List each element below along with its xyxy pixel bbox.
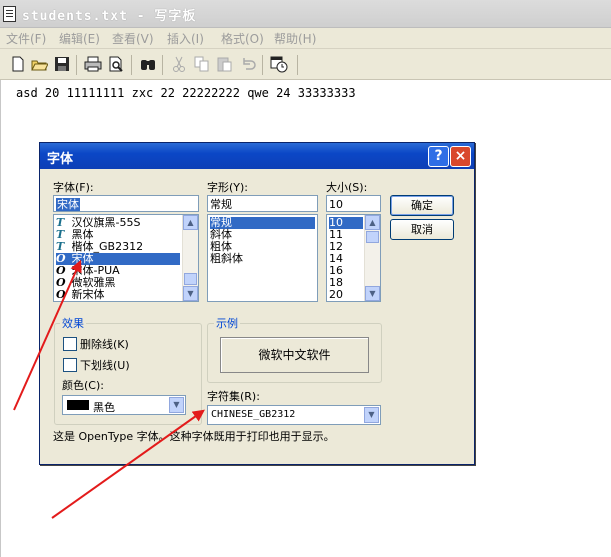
- color-label: 颜色(C):: [62, 379, 104, 392]
- font-size-input[interactable]: 10: [326, 195, 381, 212]
- style-list-item[interactable]: 粗斜体: [210, 253, 243, 265]
- toolbar-separator: [76, 55, 77, 75]
- font-label: 字体(F):: [53, 181, 94, 194]
- effects-title: 效果: [60, 315, 86, 331]
- document-left-border: [0, 80, 1, 557]
- chevron-down-icon[interactable]: ▼: [169, 397, 184, 413]
- menu-file[interactable]: 文件(F): [6, 30, 46, 47]
- ok-button[interactable]: 确定: [390, 195, 454, 216]
- print-preview-icon[interactable]: [107, 55, 125, 73]
- copy-icon[interactable]: [193, 55, 211, 73]
- charset-label: 字符集(R):: [207, 390, 260, 403]
- menu-edit[interactable]: 编辑(E): [59, 30, 100, 47]
- strikeout-checkbox[interactable]: [63, 337, 77, 351]
- size-list-item[interactable]: 20: [329, 289, 343, 301]
- font-style-list[interactable]: 常规 斜体 粗体 粗斜体: [207, 214, 318, 302]
- window-title: students.txt - 写字板: [22, 9, 197, 24]
- save-disk-icon[interactable]: [53, 55, 71, 73]
- cancel-button[interactable]: 取消: [390, 219, 454, 240]
- document-text[interactable]: asd 20 11111111 zxc 22 22222222 qwe 24 3…: [16, 86, 356, 100]
- document-icon: [3, 6, 16, 22]
- toolbar-separator: [262, 55, 263, 75]
- menu-bar: 文件(F) 编辑(E) 查看(V) 插入(I) 格式(O) 帮助(H): [0, 28, 611, 49]
- font-name-value: 宋体: [56, 198, 80, 211]
- color-value: 黑色: [93, 401, 115, 414]
- find-binoculars-icon[interactable]: [139, 55, 157, 73]
- scroll-down-icon[interactable]: ▼: [183, 286, 198, 301]
- toolbar: [0, 49, 611, 80]
- toolbar-separator: [297, 55, 298, 75]
- font-size-list[interactable]: 10 11 12 14 16 18 20 ▲ ▼: [326, 214, 381, 302]
- font-name-input[interactable]: 宋体: [53, 195, 199, 212]
- font-info-text: 这是 OpenType 字体。这种字体既用于打印也用于显示。: [53, 430, 335, 443]
- sample-title: 示例: [214, 315, 240, 331]
- scroll-up-icon[interactable]: ▲: [365, 215, 380, 230]
- menu-format[interactable]: 格式(O): [221, 30, 264, 47]
- scroll-thumb[interactable]: [184, 273, 197, 285]
- charset-value: CHINESE_GB2312: [211, 409, 296, 420]
- font-list-item[interactable]: O 新宋体: [56, 289, 182, 301]
- help-button[interactable]: ?: [428, 146, 449, 167]
- new-document-icon[interactable]: [9, 55, 27, 73]
- scroll-thumb[interactable]: [366, 231, 379, 243]
- menu-insert[interactable]: 插入(I): [167, 30, 204, 47]
- underline-label: 下划线(U): [80, 359, 130, 372]
- undo-icon[interactable]: [239, 55, 257, 73]
- cut-scissors-icon[interactable]: [170, 55, 188, 73]
- sample-preview: 微软中文软件: [220, 337, 369, 373]
- font-style-input[interactable]: 常规: [207, 195, 318, 212]
- menu-help[interactable]: 帮助(H): [274, 30, 316, 47]
- print-icon[interactable]: [84, 55, 102, 73]
- font-list-scrollbar[interactable]: ▲ ▼: [182, 215, 198, 301]
- scroll-up-icon[interactable]: ▲: [183, 215, 198, 230]
- size-list-scrollbar[interactable]: ▲ ▼: [364, 215, 380, 301]
- scroll-down-icon[interactable]: ▼: [365, 286, 380, 301]
- dialog-title: 字体: [47, 152, 74, 167]
- toolbar-separator: [131, 55, 132, 75]
- font-list[interactable]: T 汉仪旗黑-55S T 黑体 T 楷体_GB2312 O 宋体 O 宋体-PU…: [53, 214, 199, 302]
- menu-view[interactable]: 查看(V): [112, 30, 154, 47]
- dialog-titlebar: 字体 ? ×: [40, 143, 474, 169]
- size-label: 大小(S):: [326, 181, 368, 194]
- toolbar-separator: [162, 55, 163, 75]
- paste-clipboard-icon[interactable]: [216, 55, 234, 73]
- close-button[interactable]: ×: [450, 146, 471, 167]
- charset-select[interactable]: CHINESE_GB2312 ▼: [207, 405, 381, 425]
- strikeout-label: 删除线(K): [80, 338, 129, 351]
- font-dialog: 字体 ? × 字体(F): 宋体 T 汉仪旗黑-55S T 黑体 T 楷体_GB…: [39, 142, 475, 465]
- color-select[interactable]: 黑色 ▼: [62, 395, 186, 415]
- insert-datetime-icon[interactable]: [270, 55, 288, 73]
- color-swatch: [67, 400, 89, 410]
- window-titlebar: students.txt - 写字板: [0, 0, 611, 28]
- opentype-icon: O: [56, 288, 66, 301]
- style-label: 字形(Y):: [207, 181, 249, 194]
- underline-checkbox[interactable]: [63, 358, 77, 372]
- chevron-down-icon[interactable]: ▼: [364, 407, 379, 423]
- open-folder-icon[interactable]: [30, 55, 48, 73]
